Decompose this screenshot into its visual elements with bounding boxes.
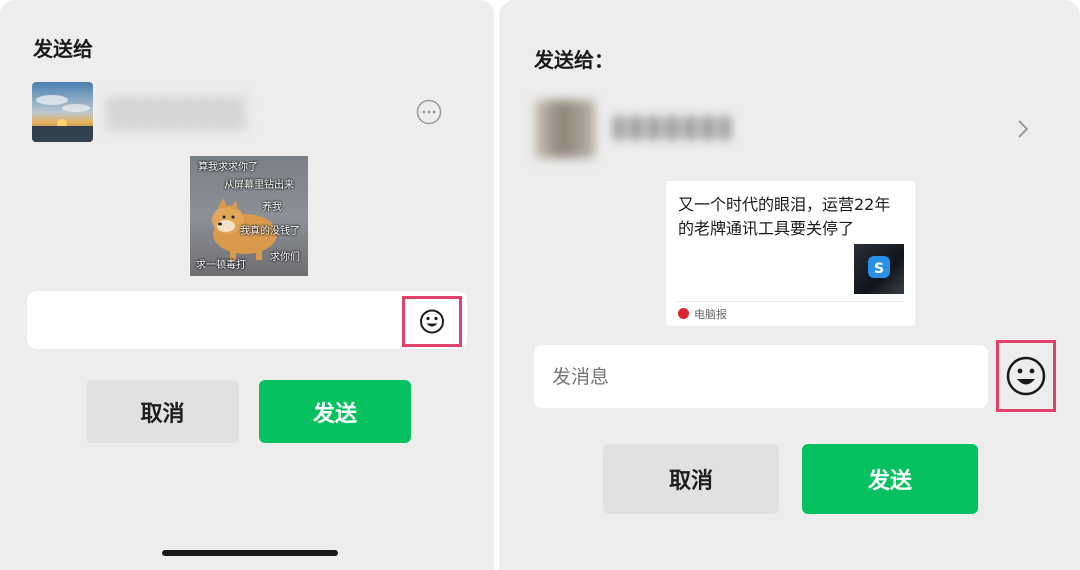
message-input[interactable] bbox=[534, 345, 988, 408]
avatar bbox=[32, 82, 93, 142]
svg-text:S: S bbox=[874, 261, 884, 277]
article-title: 又一个时代的眼泪，运营22年的老牌通讯工具要关停了 bbox=[678, 195, 891, 238]
sunset-landscape-icon bbox=[32, 82, 93, 142]
recipient-row[interactable] bbox=[0, 76, 494, 146]
card-divider bbox=[676, 301, 905, 302]
article-card[interactable]: 又一个时代的眼泪，运营22年的老牌通讯工具要关停了 S 电脑报 bbox=[666, 181, 915, 326]
source-logo-icon bbox=[678, 308, 689, 319]
message-input[interactable] bbox=[27, 291, 467, 349]
cancel-button[interactable]: 取消 bbox=[603, 444, 779, 514]
skype-logo-icon: S bbox=[868, 256, 890, 278]
sticker-caption-5: 求你们 bbox=[270, 252, 300, 263]
sticker-image: 算我求求你了 从屏幕里钻出来 养我 我真的没钱了 求你们 求一顿毒打 bbox=[190, 156, 308, 276]
share-dialog-left: 发送给 算我求求你了 从屏幕里钻出来 养我 我真的没钱了 求你们 求一顿毒打 取… bbox=[0, 0, 494, 570]
more-dots-icon[interactable] bbox=[416, 99, 442, 125]
article-thumbnail: S bbox=[854, 244, 904, 294]
chevron-right-icon[interactable] bbox=[1015, 118, 1031, 140]
emoji-button[interactable] bbox=[402, 296, 462, 347]
article-source: 电脑报 bbox=[694, 308, 727, 321]
sticker-caption-4: 我真的没钱了 bbox=[240, 226, 300, 237]
send-button[interactable]: 发送 bbox=[802, 444, 978, 514]
sticker-caption-2: 从屏幕里钻出来 bbox=[224, 180, 294, 191]
dialog-title: 发送给： bbox=[534, 48, 614, 72]
smiley-face-icon bbox=[1006, 356, 1046, 396]
cancel-button[interactable]: 取消 bbox=[86, 380, 239, 443]
home-indicator bbox=[162, 550, 338, 556]
sticker-caption-6: 求一顿毒打 bbox=[196, 260, 246, 271]
avatar bbox=[535, 100, 595, 158]
recipient-row[interactable] bbox=[499, 96, 1080, 162]
sticker-caption-1: 算我求求你了 bbox=[198, 162, 258, 173]
recipient-name bbox=[613, 116, 731, 140]
recipient-name bbox=[106, 96, 246, 130]
emoji-button[interactable] bbox=[996, 340, 1056, 412]
send-button[interactable]: 发送 bbox=[259, 380, 411, 443]
share-dialog-right: 发送给： 又一个时代的眼泪，运营22年的老牌通讯工具要关停了 S 电脑报 发消息… bbox=[499, 0, 1080, 570]
dialog-title: 发送给 bbox=[33, 37, 93, 61]
sticker-caption-3: 养我 bbox=[262, 202, 282, 213]
smiley-face-icon bbox=[420, 309, 444, 334]
